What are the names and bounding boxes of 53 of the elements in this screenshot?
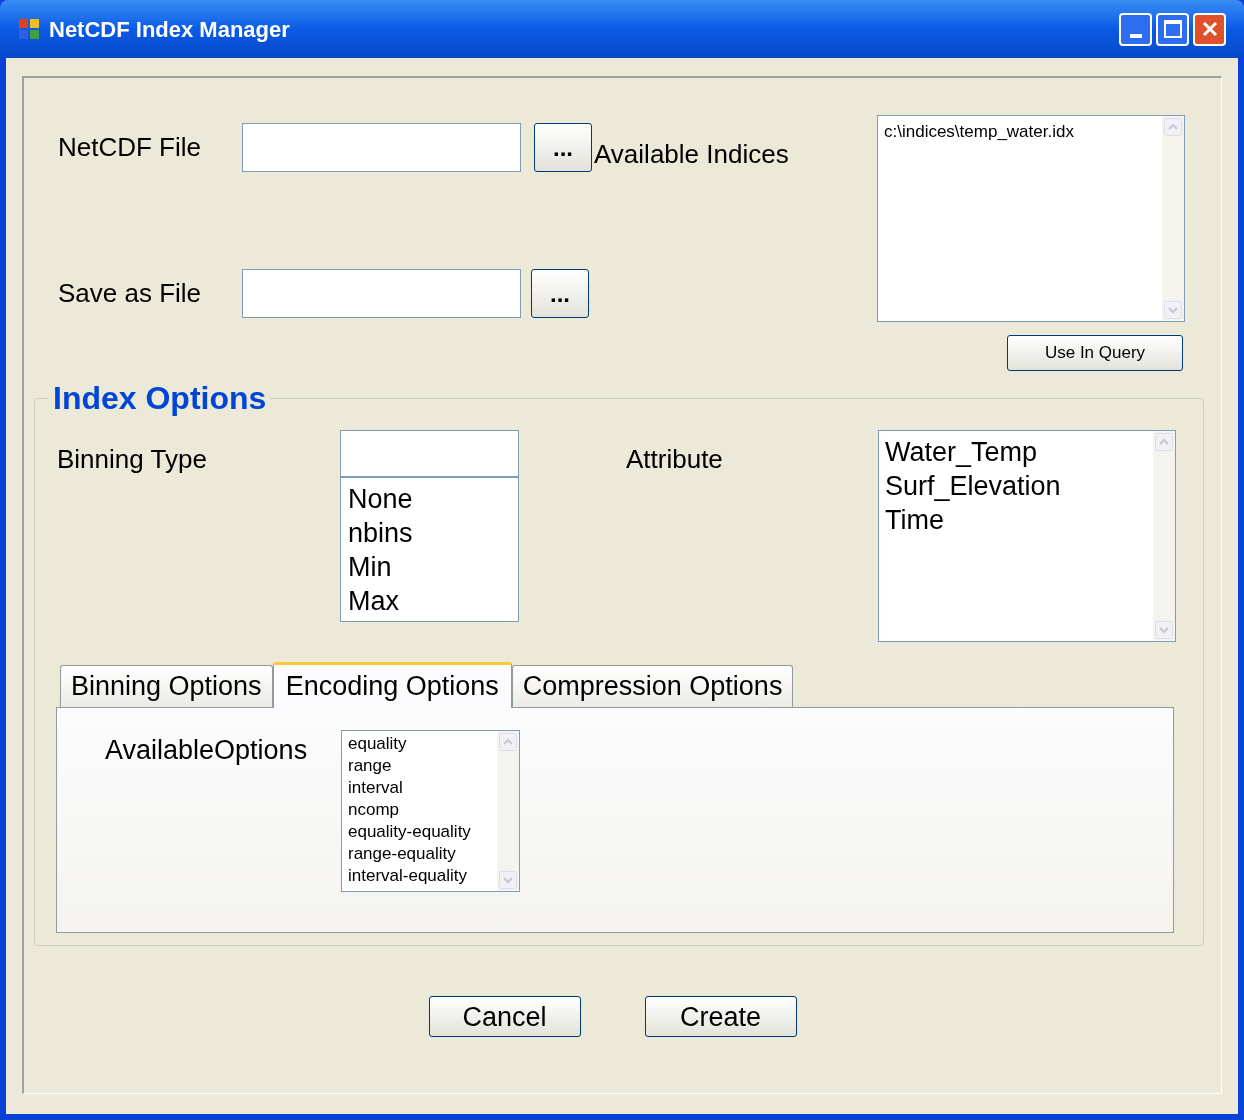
field-label: Save as File [58, 277, 203, 310]
minimize-icon [1129, 33, 1142, 38]
scrollbar[interactable] [1162, 116, 1184, 321]
attribute-list[interactable]: Water_Temp Surf_Elevation Time [878, 430, 1176, 642]
field-label: AvailableOptions [104, 734, 309, 767]
available-options-list[interactable]: equality range interval ncomp equality-equality range-equality interval-equality [341, 730, 520, 892]
dropdown-option[interactable]: nbins [348, 516, 511, 550]
dropdown-option[interactable]: Max [348, 584, 511, 618]
dropdown-option[interactable]: Min [348, 550, 511, 584]
tab[interactable]: Encoding Options [272, 662, 512, 708]
close-button[interactable] [1193, 12, 1226, 46]
input-field[interactable] [242, 269, 521, 318]
input-field[interactable] [242, 123, 521, 172]
field-label: Binning Type [57, 443, 208, 476]
dialog-button[interactable]: Create [644, 996, 797, 1037]
list-item[interactable]: c:\indices\temp_water.idx [884, 119, 1156, 145]
list-item[interactable]: Water_Temp [885, 435, 1147, 469]
minimize-button[interactable] [1119, 12, 1152, 46]
list-item[interactable]: interval [348, 777, 491, 799]
scroll-up-icon[interactable] [1155, 433, 1173, 451]
scroll-down-icon[interactable] [1164, 301, 1182, 319]
dropdown-option[interactable]: None [348, 482, 511, 516]
browse-button[interactable]: ... [534, 123, 592, 172]
indices-list[interactable]: c:\indices\temp_water.idx [877, 115, 1185, 322]
list-item[interactable]: Surf_Elevation [885, 469, 1147, 503]
scroll-up-icon[interactable] [1164, 118, 1182, 136]
list-item[interactable]: ncomp [348, 799, 491, 821]
field-label: NetCDF File [58, 131, 202, 164]
tab[interactable]: Compression Options [511, 665, 794, 707]
field-label: Attribute [626, 443, 724, 476]
dialog-button[interactable]: Cancel [428, 996, 581, 1037]
list-item[interactable]: range-equality [348, 843, 491, 865]
scrollbar[interactable] [1153, 431, 1175, 641]
scrollbar[interactable] [497, 731, 519, 891]
list-item[interactable]: Time [885, 503, 1147, 537]
binning-type-combo[interactable] [340, 430, 519, 477]
field-label: Available Indices [594, 139, 789, 169]
list-item[interactable]: range [348, 755, 491, 777]
browse-button[interactable]: ... [531, 269, 589, 318]
list-item[interactable]: interval-equality [348, 865, 491, 887]
list-item[interactable]: equality-equality [348, 821, 491, 843]
window-title: NetCDF Index Manager [49, 15, 290, 44]
app-icon [18, 18, 40, 40]
maximize-button[interactable] [1156, 12, 1189, 46]
maximize-icon [1163, 20, 1182, 38]
tab[interactable]: Binning Options [60, 665, 273, 707]
list-item[interactable]: equality [348, 733, 491, 755]
close-icon [1200, 20, 1219, 38]
use-in-query-button[interactable]: Use In Query [1007, 335, 1183, 371]
scroll-up-icon[interactable] [499, 733, 517, 751]
scroll-down-icon[interactable] [1155, 621, 1173, 639]
scroll-down-icon[interactable] [499, 871, 517, 889]
group-title: Index Options [52, 379, 268, 418]
